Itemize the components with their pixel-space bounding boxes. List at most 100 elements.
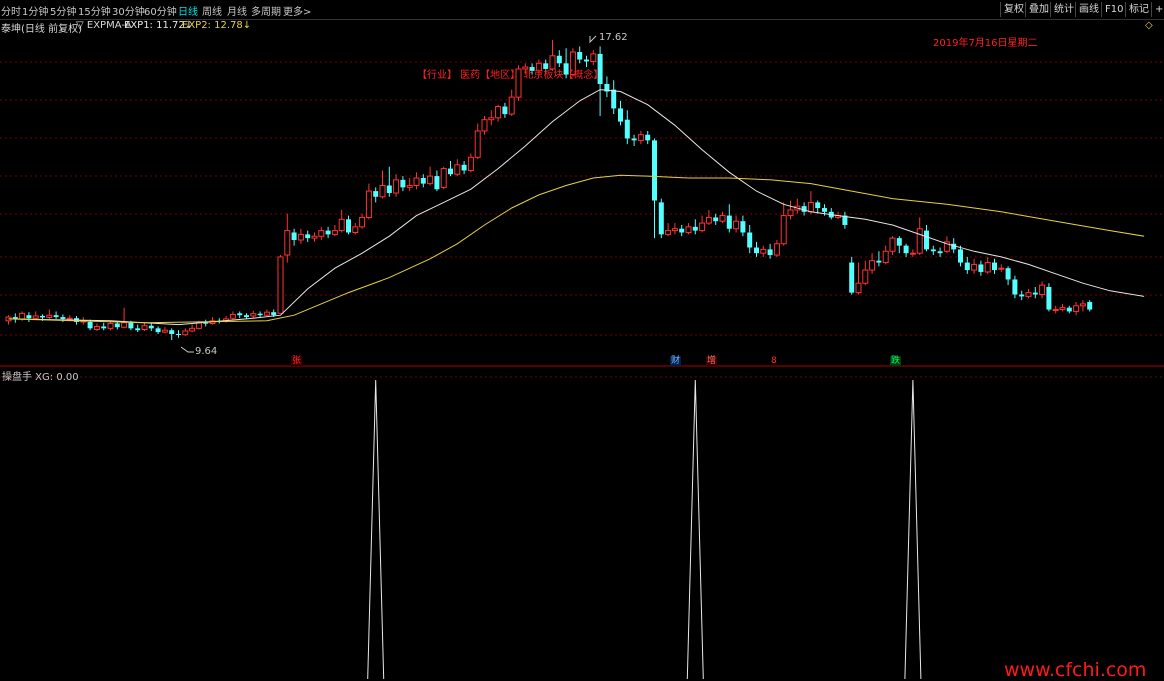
- candle: [114, 321, 120, 330]
- price-chart[interactable]: [0, 0, 1164, 679]
- candle-body: [1005, 268, 1011, 280]
- candle: [692, 219, 698, 235]
- candle-body: [114, 323, 120, 328]
- candle-body: [148, 325, 154, 329]
- candle-body: [488, 117, 495, 121]
- candle: [427, 166, 434, 186]
- high-price-label: 17.62: [599, 32, 628, 43]
- candle-body: [250, 313, 257, 317]
- event-marker-8[interactable]: 8: [770, 356, 778, 366]
- candle: [652, 138, 657, 239]
- candle-body: [719, 215, 726, 222]
- candle-body: [461, 164, 467, 171]
- candle-body: [590, 53, 597, 62]
- candle-body: [822, 208, 827, 212]
- candle: [855, 262, 862, 295]
- candle: [481, 115, 488, 135]
- date-label: 2019年7月16日星期二: [933, 38, 1038, 49]
- candle: [624, 110, 630, 145]
- candle-body: [128, 322, 134, 329]
- candle: [1025, 288, 1032, 299]
- candle: [318, 226, 325, 240]
- candle: [773, 240, 780, 257]
- candle: [93, 323, 100, 331]
- candle-body: [413, 177, 420, 186]
- candle: [257, 311, 263, 318]
- candle-body: [176, 333, 181, 335]
- candle-body: [787, 209, 794, 217]
- candle-body: [924, 230, 929, 250]
- candle-body: [1012, 279, 1018, 295]
- candle: [577, 46, 583, 64]
- candle: [1079, 300, 1086, 312]
- candle-body: [400, 179, 406, 188]
- candle-body: [855, 282, 862, 294]
- candle-body: [665, 230, 672, 235]
- candle-body: [448, 168, 453, 175]
- candle: [849, 256, 855, 295]
- candle: [373, 187, 379, 203]
- candle: [726, 204, 732, 233]
- candle: [400, 176, 406, 192]
- candle-body: [652, 140, 657, 201]
- candle: [869, 253, 876, 274]
- candle: [1073, 302, 1080, 316]
- candle: [161, 327, 168, 334]
- candle: [263, 309, 270, 316]
- candle: [1046, 283, 1052, 312]
- candle-body: [297, 233, 304, 241]
- candle-body: [611, 89, 617, 109]
- candle-body: [909, 252, 916, 255]
- candle-body: [971, 263, 978, 271]
- candle: [46, 309, 53, 319]
- candle-body: [645, 134, 651, 141]
- candle: [346, 215, 351, 235]
- candle-body: [141, 325, 148, 330]
- candle-body: [481, 119, 488, 132]
- candle: [992, 258, 997, 274]
- candle-body: [420, 177, 426, 184]
- candle: [903, 243, 909, 257]
- candle-body: [671, 228, 678, 232]
- candle-body: [40, 315, 45, 318]
- candle: [101, 322, 107, 331]
- candle-body: [992, 262, 997, 271]
- candle: [176, 330, 181, 338]
- candle: [1066, 305, 1072, 314]
- candle-body: [705, 216, 712, 224]
- candle: [645, 130, 651, 145]
- candle: [244, 313, 249, 319]
- candle: [277, 255, 284, 314]
- candle: [1052, 305, 1059, 314]
- candle-body: [244, 315, 249, 318]
- candle-body: [1019, 294, 1025, 297]
- candle-body: [889, 237, 896, 252]
- candle: [325, 226, 331, 239]
- candle: [787, 200, 794, 220]
- candle-body: [346, 219, 351, 233]
- candle-body: [386, 185, 392, 194]
- sector-tags[interactable]: 【行业】 医药【地区】 北京板块【概念】: [417, 66, 603, 81]
- event-marker-zhang[interactable]: 张: [291, 356, 303, 366]
- candle: [556, 50, 562, 68]
- candle-body: [393, 179, 400, 194]
- candle-body: [365, 190, 372, 218]
- event-marker-die[interactable]: 跌: [890, 356, 902, 366]
- candle: [862, 260, 869, 286]
- candle-body: [998, 267, 1005, 270]
- candle: [930, 245, 936, 256]
- event-marker-cai[interactable]: 财: [670, 356, 682, 366]
- event-marker-zeng[interactable]: 增: [706, 356, 718, 366]
- candle: [229, 311, 236, 320]
- candle-body: [318, 230, 325, 237]
- candle-body: [263, 311, 270, 316]
- indicator-panel-title[interactable]: 操盘手 XG: 0.00: [2, 368, 79, 383]
- candle: [474, 123, 481, 160]
- candle-body: [556, 55, 562, 64]
- candle: [155, 326, 161, 334]
- candle-body: [26, 315, 32, 319]
- candle-body: [93, 325, 100, 330]
- candle-body: [760, 248, 767, 254]
- candle: [984, 256, 991, 274]
- candle: [631, 134, 637, 147]
